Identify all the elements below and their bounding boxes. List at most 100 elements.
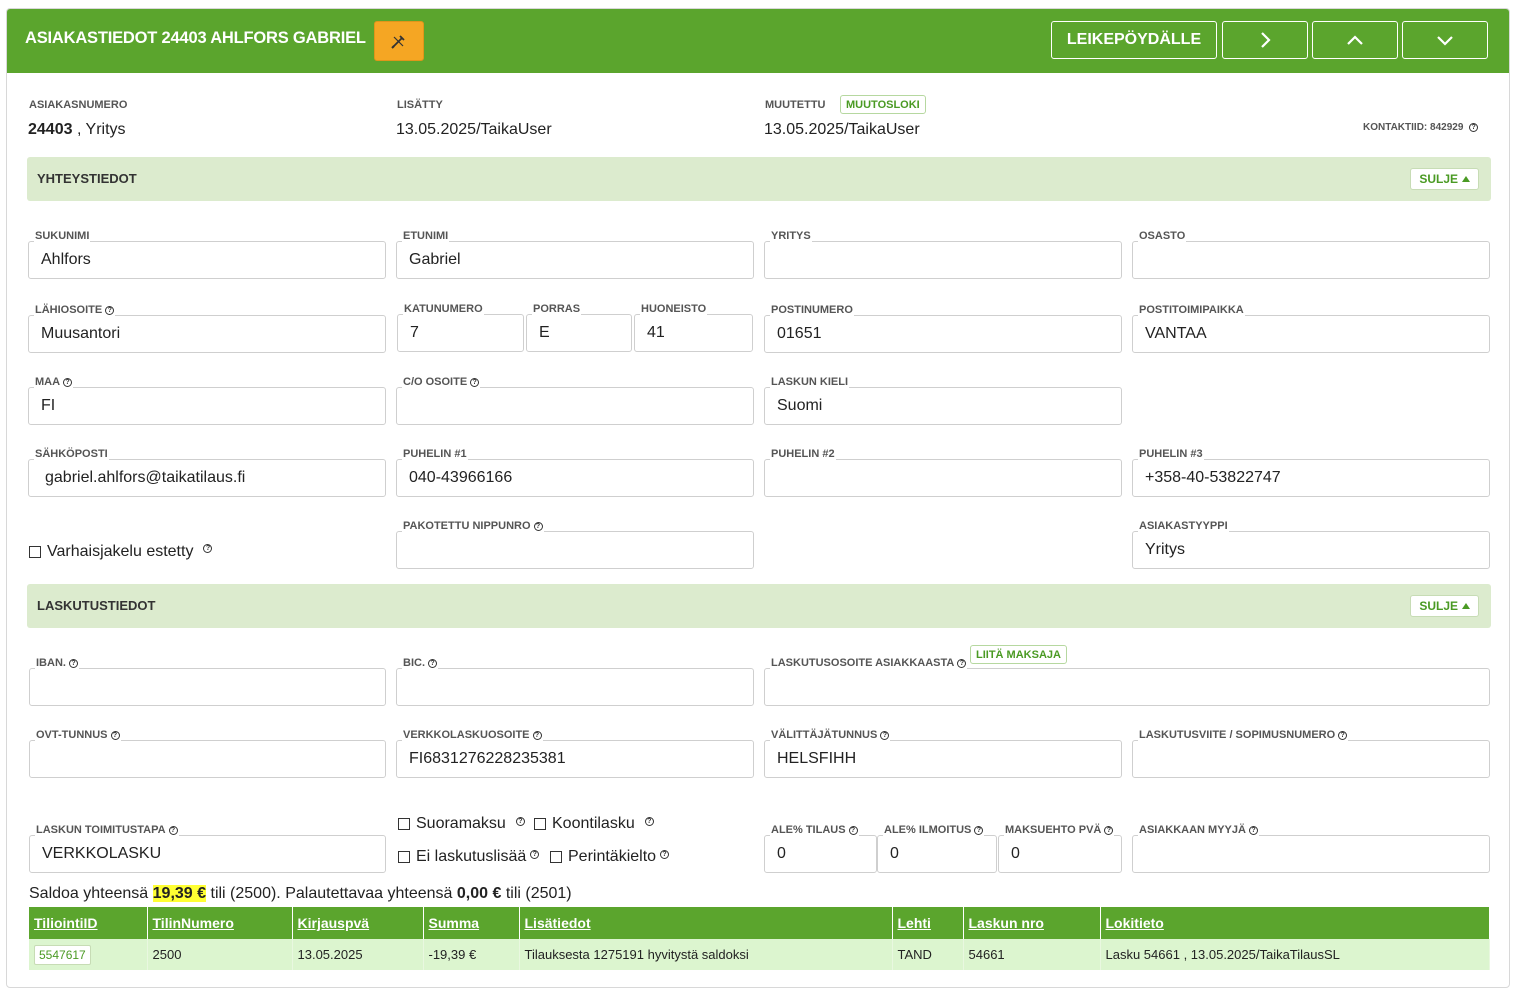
help-icon[interactable]: ? (532, 730, 542, 740)
help-icon[interactable]: ? (660, 849, 670, 859)
sukunimi-field[interactable]: SUKUNIMI Ahlfors (28, 230, 386, 279)
liita-maksaja-button[interactable]: LIITÄ MAKSAJA (970, 645, 1067, 664)
column-header[interactable]: Summa (423, 907, 520, 939)
next-button[interactable] (1222, 21, 1308, 59)
checkbox-box[interactable] (29, 546, 41, 558)
close-section-button[interactable]: SULJE (1410, 168, 1479, 190)
postinumero-field[interactable]: POSTINUMERO 01651 (764, 304, 1122, 353)
checkbox-label: Suoramaksu (416, 815, 506, 832)
help-icon[interactable]: ? (110, 730, 120, 740)
field-label: ALE% TILAUS? (770, 824, 859, 836)
puhelin3-field[interactable]: PUHELIN #3 +358-40-53822747 (1132, 448, 1490, 497)
lahiosoite-field[interactable]: LÄHIOSOITE? Muusantori (28, 304, 386, 353)
help-icon[interactable]: ? (470, 377, 480, 387)
tiliointi-id-link[interactable]: 5547617 (34, 944, 91, 965)
help-icon[interactable]: ? (1338, 730, 1348, 740)
field-label: ASIAKASTYYPPI (1138, 520, 1229, 532)
help-icon[interactable]: ? (63, 377, 73, 387)
yritys-field[interactable]: YRITYS (764, 230, 1122, 279)
field-label: POSTITOIMIPAIKKA (1138, 304, 1245, 316)
column-header[interactable]: Kirjauspvä (292, 907, 424, 939)
co-osoite-field[interactable]: C/O OSOITE? (396, 376, 754, 425)
muutosloki-button[interactable]: MUUTOSLOKI (840, 95, 926, 114)
customer-type: , Yritys (76, 121, 126, 138)
scroll-up-button[interactable] (1312, 21, 1398, 59)
perintakielto-checkbox[interactable]: Perintäkielto ? (550, 848, 670, 866)
edit-button[interactable] (374, 21, 424, 61)
etunimi-field[interactable]: ETUNIMI Gabriel (396, 230, 754, 279)
column-header[interactable]: Laskun nro (963, 907, 1101, 939)
laskutusosoite-field[interactable]: LASKUTUSOSOITE ASIAKKAASTA? (764, 657, 1490, 706)
help-icon[interactable]: ? (68, 658, 78, 668)
field-label: MAA? (34, 376, 74, 388)
ale-tilaus-field[interactable]: ALE% TILAUS? 0 (764, 824, 877, 873)
column-header[interactable]: Lehti (892, 907, 964, 939)
field-value: Muusantori (41, 325, 121, 342)
postitoimipaikka-field[interactable]: POSTITOIMIPAIKKA VANTAA (1132, 304, 1490, 353)
maksuehto-field[interactable]: MAKSUEHTO PVÄ? 0 (998, 824, 1122, 873)
laskun-kieli-field[interactable]: LASKUN KIELI Suomi (764, 376, 1122, 425)
ale-ilmoitus-field[interactable]: ALE% ILMOITUS? 0 (877, 824, 997, 873)
valittajatunnus-field[interactable]: VÄLITTÄJÄTUNNUS? HELSFIHH (764, 729, 1122, 778)
help-icon[interactable]: ? (1469, 122, 1479, 132)
help-icon[interactable]: ? (530, 849, 540, 859)
puhelin2-field[interactable]: PUHELIN #2 (764, 448, 1122, 497)
help-icon[interactable]: ? (105, 305, 115, 315)
column-header[interactable]: Lokitieto (1100, 907, 1490, 939)
help-icon[interactable]: ? (848, 825, 858, 835)
scroll-down-button[interactable] (1402, 21, 1488, 59)
checkbox-label: Varhaisjakelu estetty (47, 543, 194, 560)
clipboard-button[interactable]: LEIKEPÖYDÄLLE (1051, 21, 1217, 59)
help-icon[interactable]: ? (957, 658, 967, 668)
verkkolaskuosoite-field[interactable]: VERKKOLASKUOSOITE? FI6831276228235381 (396, 729, 754, 778)
table-cell: TAND (892, 939, 964, 970)
puhelin1-field[interactable]: PUHELIN #1 040-43966166 (396, 448, 754, 497)
column-header[interactable]: TilinNumero (147, 907, 293, 939)
caret-up-icon (1462, 603, 1470, 609)
field-value: 7 (410, 324, 419, 341)
saldo-amount: 19,39 € (152, 885, 207, 902)
sahkoposti-field[interactable]: SÄHKÖPOSTI gabriel.ahlfors@taikatilaus.f… (28, 448, 386, 497)
checkbox-box[interactable] (398, 818, 410, 830)
column-header[interactable]: TiliointiID (29, 907, 148, 939)
nippunro-field[interactable]: PAKOTETTU NIPPUNRO? (396, 520, 754, 569)
ovt-field[interactable]: OVT-TUNNUS? (29, 729, 386, 778)
field-label: ALE% ILMOITUS? (883, 824, 985, 836)
checkbox-box[interactable] (550, 851, 562, 863)
osasto-field[interactable]: OSASTO (1132, 230, 1490, 279)
help-icon[interactable]: ? (168, 825, 178, 835)
toimitustapa-field[interactable]: LASKUN TOIMITUSTAPA? VERKKOLASKU (29, 824, 386, 873)
checkbox-box[interactable] (398, 851, 410, 863)
help-icon[interactable]: ? (203, 543, 213, 553)
checkbox-box[interactable] (534, 818, 546, 830)
help-icon[interactable]: ? (428, 658, 437, 668)
field-label: IBAN.? (35, 657, 79, 669)
koontilasku-checkbox[interactable]: Koontilasku ? (534, 815, 654, 833)
field-label: LASKUTUSOSOITE ASIAKKAASTA? (770, 657, 968, 669)
help-icon[interactable]: ? (644, 816, 654, 826)
page-title: ASIAKASTIEDOT 24403 AHLFORS GABRIEL (25, 29, 366, 47)
iban-field[interactable]: IBAN.? (29, 657, 386, 706)
column-header[interactable]: Lisätiedot (519, 907, 893, 939)
varhaisjakelu-checkbox[interactable]: Varhaisjakelu estetty ? (29, 543, 213, 561)
porras-field[interactable]: PORRAS E (526, 303, 632, 352)
ei-laskutuslisaa-checkbox[interactable]: Ei laskutuslisää ? (398, 848, 540, 866)
bic-field[interactable]: BIC.? (396, 657, 754, 706)
asiakastyyppi-field[interactable]: ASIAKASTYYPPI Yritys (1132, 520, 1490, 569)
help-icon[interactable]: ? (1248, 825, 1258, 835)
help-icon[interactable]: ? (880, 730, 890, 740)
help-icon[interactable]: ? (533, 521, 543, 531)
myyja-field[interactable]: ASIAKKAAN MYYJÄ? (1132, 824, 1490, 873)
huoneisto-field[interactable]: HUONEISTO 41 (634, 303, 753, 352)
help-icon[interactable]: ? (515, 816, 525, 826)
close-section-button[interactable]: SULJE (1410, 595, 1479, 617)
suoramaksu-checkbox[interactable]: Suoramaksu ? (398, 815, 525, 833)
help-icon[interactable]: ? (974, 825, 984, 835)
sulje-label: SULJE (1419, 172, 1458, 186)
maa-field[interactable]: MAA? FI (28, 376, 386, 425)
katunumero-field[interactable]: KATUNUMERO 7 (397, 303, 524, 352)
laskutusviite-field[interactable]: LASKUTUSVIITE / SOPIMUSNUMERO? (1132, 729, 1490, 778)
help-icon[interactable]: ? (1104, 825, 1114, 835)
transactions-table: TiliointiID TilinNumero Kirjauspvä Summa… (29, 907, 1490, 970)
field-value: FI (41, 397, 56, 414)
